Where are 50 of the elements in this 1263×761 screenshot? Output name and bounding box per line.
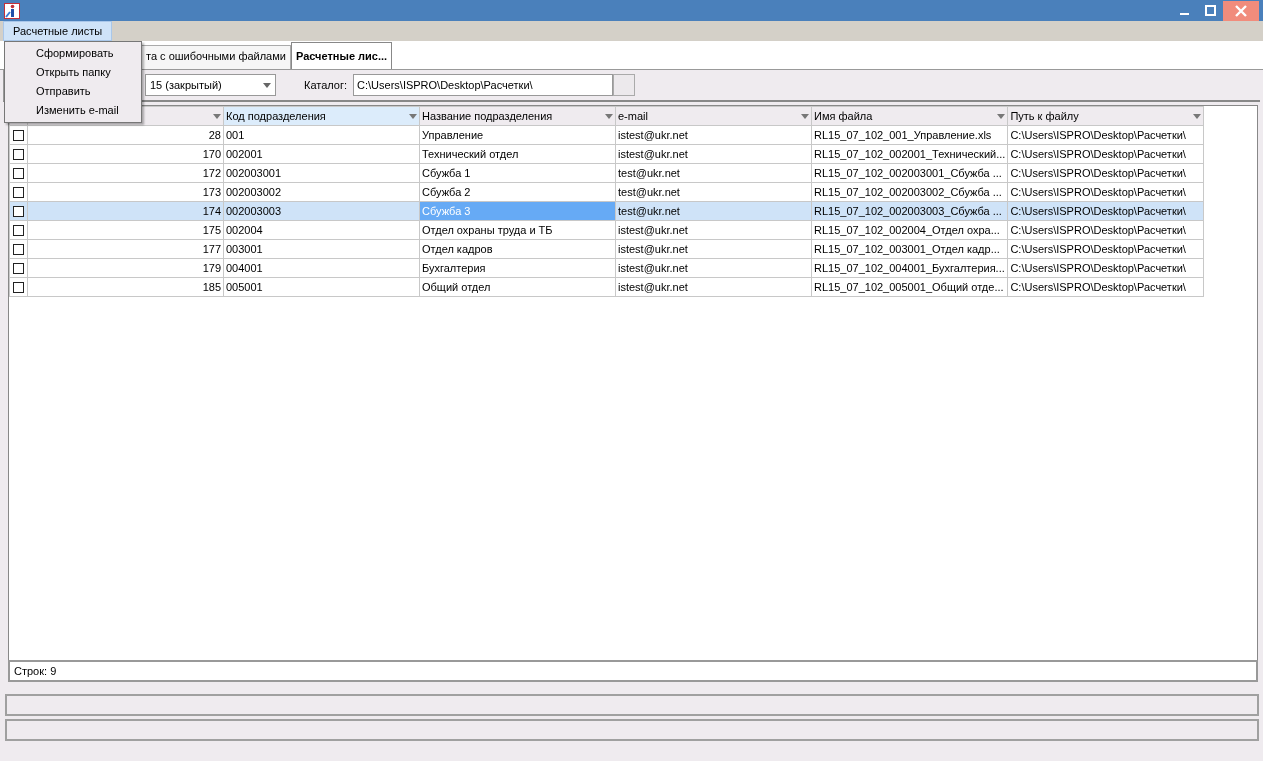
table-cell: 002003002 [223, 182, 420, 202]
table-cell: 002004 [223, 220, 420, 240]
table-cell: istest@ukr.net [615, 258, 812, 278]
table-cell: Сбужба 1 [419, 163, 616, 183]
table-cell: test@ukr.net [615, 163, 812, 183]
table-cell: RL15_07_102_002003001_Сбужба ... [811, 163, 1008, 183]
table-cell: 003001 [223, 239, 420, 259]
table-cell: C:\Users\ISPRO\Desktop\Расчетки\ [1007, 258, 1204, 278]
table-cell: Управление [419, 125, 616, 145]
table-cell: 004001 [223, 258, 420, 278]
table-cell: Сбужба 2 [419, 182, 616, 202]
table-cell: 173 [27, 182, 224, 202]
table-cell: C:\Users\ISPRO\Desktop\Расчетки\ [1007, 182, 1204, 202]
table-cell: C:\Users\ISPRO\Desktop\Расчетки\ [1007, 125, 1204, 145]
table-cell: istest@ukr.net [615, 239, 812, 259]
table-cell: 28 [27, 125, 224, 145]
table-cell: test@ukr.net [615, 182, 812, 202]
table-cell: RL15_07_102_004001_Бухгалтерия... [811, 258, 1008, 278]
table-cell: 001 [223, 125, 420, 145]
table-cell: RL15_07_102_002001_Технический... [811, 144, 1008, 164]
row-count: Строк: 9 [14, 663, 57, 679]
table-cell: Отдел охраны труда и ТБ [419, 220, 616, 240]
table-cell: RL15_07_102_005001_Общий отде... [811, 277, 1008, 297]
table-cell: 179 [27, 258, 224, 278]
table-cell: 005001 [223, 277, 420, 297]
table-cell: C:\Users\ISPRO\Desktop\Расчетки\ [1007, 239, 1204, 259]
table-cell: C:\Users\ISPRO\Desktop\Расчетки\ [1007, 144, 1204, 164]
table-cell: 185 [27, 277, 224, 297]
table-cell: istest@ukr.net [615, 144, 812, 164]
catalog-label: Каталог: [304, 77, 348, 93]
table-cell: RL15_07_102_002004_Отдел охра... [811, 220, 1008, 240]
table-cell: C:\Users\ISPRO\Desktop\Расчетки\ [1007, 163, 1204, 183]
table-cell: Общий отдел [419, 277, 616, 297]
table-cell: C:\Users\ISPRO\Desktop\Расчетки\ [1007, 220, 1204, 240]
table-cell: istest@ukr.net [615, 277, 812, 297]
table-cell: C:\Users\ISPRO\Desktop\Расчетки\ [1007, 277, 1204, 297]
table-cell: 172 [27, 163, 224, 183]
table-cell: 177 [27, 239, 224, 259]
table-cell: 002001 [223, 144, 420, 164]
table-cell: 002003001 [223, 163, 420, 183]
table-cell: 175 [27, 220, 224, 240]
table-cell: Отдел кадров [419, 239, 616, 259]
table-cell: Технический отдел [419, 144, 616, 164]
table-cell: RL15_07_102_002003002_Сбужба ... [811, 182, 1008, 202]
table-cell: 170 [27, 144, 224, 164]
table-cell: istest@ukr.net [615, 220, 812, 240]
table-cell: RL15_07_102_003001_Отдел кадр... [811, 239, 1008, 259]
table-cell: RL15_07_102_001_Управление.xls [811, 125, 1008, 145]
table-cell: istest@ukr.net [615, 125, 812, 145]
table-cell: Бухгалтерия [419, 258, 616, 278]
